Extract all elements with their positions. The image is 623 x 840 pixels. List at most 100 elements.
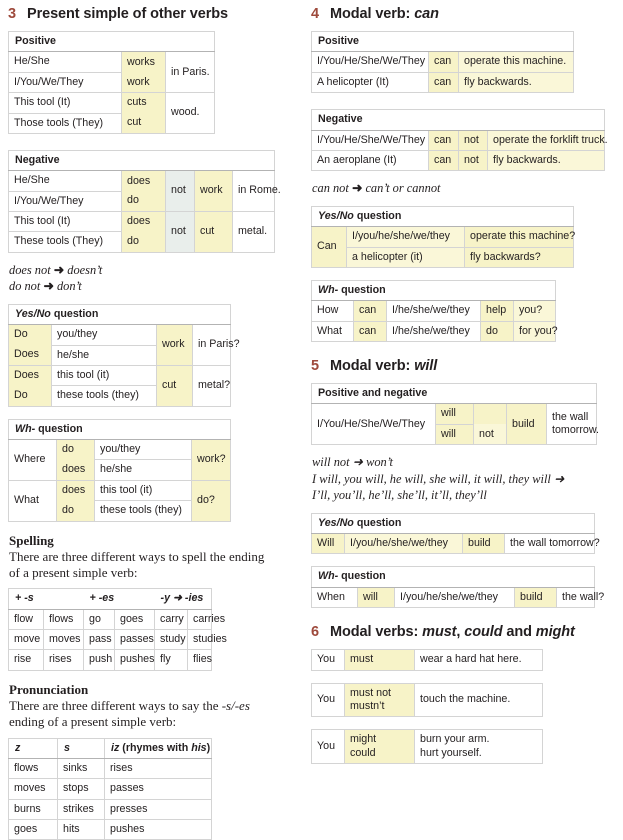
cell-object: operate the forklift truck. [488,130,605,150]
s5-wh-table: Wh- question When will I/you/he/she/we/t… [311,566,595,608]
cell-object: wear a hard hat here. [415,650,543,670]
section-3-heading: 3 Present simple of other verbs [8,6,295,22]
table-row: You must notmustn’t touch the machine. [312,683,543,717]
cell-subject: This tool (It) [9,93,122,113]
cell-wh: What [312,321,354,341]
cell-subject: I/You/He/She/We/They [312,52,429,72]
cell-inflected: moves [44,630,84,650]
note-line-1: will not ➜ won’t [312,455,393,469]
cell-object: fly backwards. [488,150,605,170]
pronunciation-intro-line2: ending of a present simple verb: [9,714,176,729]
table-row: rise rises push pushes fly flies [9,650,212,670]
cell-object: operate this machine? [465,227,574,247]
note-to: doesn’t [67,263,102,277]
pron-header-s: s [58,738,105,758]
table-row: This tool (It) cuts wood. [9,93,215,113]
spelling-intro-line2: of a present simple verb: [9,565,138,580]
cell-subject: you/they [52,325,157,345]
cell-object: you? [514,301,556,321]
section-6-heading: 6 Modal verbs: must, could and might [311,624,611,640]
section-4-title: Modal verb: can [330,6,439,22]
cell-object: for you? [514,321,556,341]
spelling-header-s: + -s [9,589,84,609]
table-row: Will I/you/he/she/we/they build the wall… [312,534,595,554]
table-row: An aeroplane (It) can not fly backwards. [312,150,605,170]
cell-aux: does [57,460,95,480]
cell-modal: can [429,52,459,72]
cell-base: flow [9,609,44,629]
cell-verb: build [515,587,557,607]
cell-verb: cut [157,365,193,406]
cell-not: not [474,424,507,444]
cell-object: wood. [166,93,215,134]
cell-inflected: carries [188,609,212,629]
cell-aux: do [122,191,166,211]
cell-subject: This tool (It) [9,212,122,232]
s5-posneg-header: Positive and negative [312,384,597,404]
table-row: Positive [312,32,574,52]
cell-subject: I/You/We/They [9,191,122,211]
cell-s: strikes [58,799,105,819]
arrow-icon: ➜ [54,263,64,277]
cell-base: study [155,630,188,650]
cell-object: in Paris. [166,52,215,93]
cell-aux: Does [9,345,52,365]
cell-base: move [9,630,44,650]
table-row: I/You/He/She/We/They will build the wall… [312,404,597,424]
cell-not: not [459,150,488,170]
right-column: 4 Modal verb: can Positive I/You/He/She/… [311,6,611,840]
table-row: flow flows go goes carry carries [9,609,212,629]
s3-yesno-header: Yes/No question [9,304,231,324]
table-row: z s iz (rhymes with his) [9,738,212,758]
cell-aux: does [57,480,95,500]
section-3-title: Present simple of other verbs [27,6,228,22]
cell-aux: Do [9,325,52,345]
pronunciation-intro-line1: There are three different ways to say th… [9,698,222,713]
s4-negative-table: Negative I/You/He/She/We/They can not op… [311,109,605,171]
cell-subject: these tools (they) [95,501,192,521]
two-column-layout: 3 Present simple of other verbs Positive… [8,6,615,840]
cell-aux: do [57,440,95,460]
s3-contraction-notes: does not ➜ doesn’t do not ➜ don’t [9,262,295,295]
cell-modal: can [429,150,459,170]
cell-object: the walltomorrow. [547,404,597,445]
note-from: do not [9,279,40,293]
spelling-intro-line1: There are three different ways to spell … [9,549,264,564]
cell-subject: a helicopter (it) [347,247,465,267]
note-from: can not [312,181,349,195]
cell-modal: can [429,72,459,92]
section-3-number: 3 [8,6,27,22]
cell-object: burn your arm.hurt yourself. [415,730,543,764]
s4-yesno-header: Yes/No question [312,206,574,226]
cell-inflected: studies [188,630,212,650]
table-row: What does this tool (it) do? [9,480,231,500]
table-row: Negative [312,110,605,130]
cell-base: fly [155,650,188,670]
cell-subject: I/he/she/we/they [387,321,481,341]
cell-object: in Rome. [233,171,275,212]
cell-base: rise [9,650,44,670]
pron-header-z: z [9,738,58,758]
cell-subject: You [312,650,345,670]
s3-wh-header: Wh- question [9,419,231,439]
cell-inflected: flows [44,609,84,629]
cell-verb: work? [192,440,231,481]
s4-positive-table: Positive I/You/He/She/We/They can operat… [311,31,574,93]
spelling-heading: Spelling [9,533,295,549]
cell-not: not [459,130,488,150]
table-row: This tool (It) does not cut metal. [9,212,275,232]
table-row: Yes/No question [312,206,574,226]
cell-s: stops [58,779,105,799]
cell-subject: He/She [9,52,122,72]
cell-inflected: goes [115,609,155,629]
cell-z: goes [9,820,58,840]
cell-subject: you/they [95,440,192,460]
cell-subject: I/you/he/she/we/they [347,227,465,247]
s3-negative-table: Negative He/She does not work in Rome. I… [8,150,275,253]
spelling-header-ies: -y ➜ -ies [155,589,212,609]
table-row: flows sinks rises [9,758,212,778]
cell-subject: I/You/We/They [9,72,122,92]
cell-modal: will [436,424,474,444]
cell-subject: I/he/she/we/they [387,301,481,321]
cell-wh: How [312,301,354,321]
